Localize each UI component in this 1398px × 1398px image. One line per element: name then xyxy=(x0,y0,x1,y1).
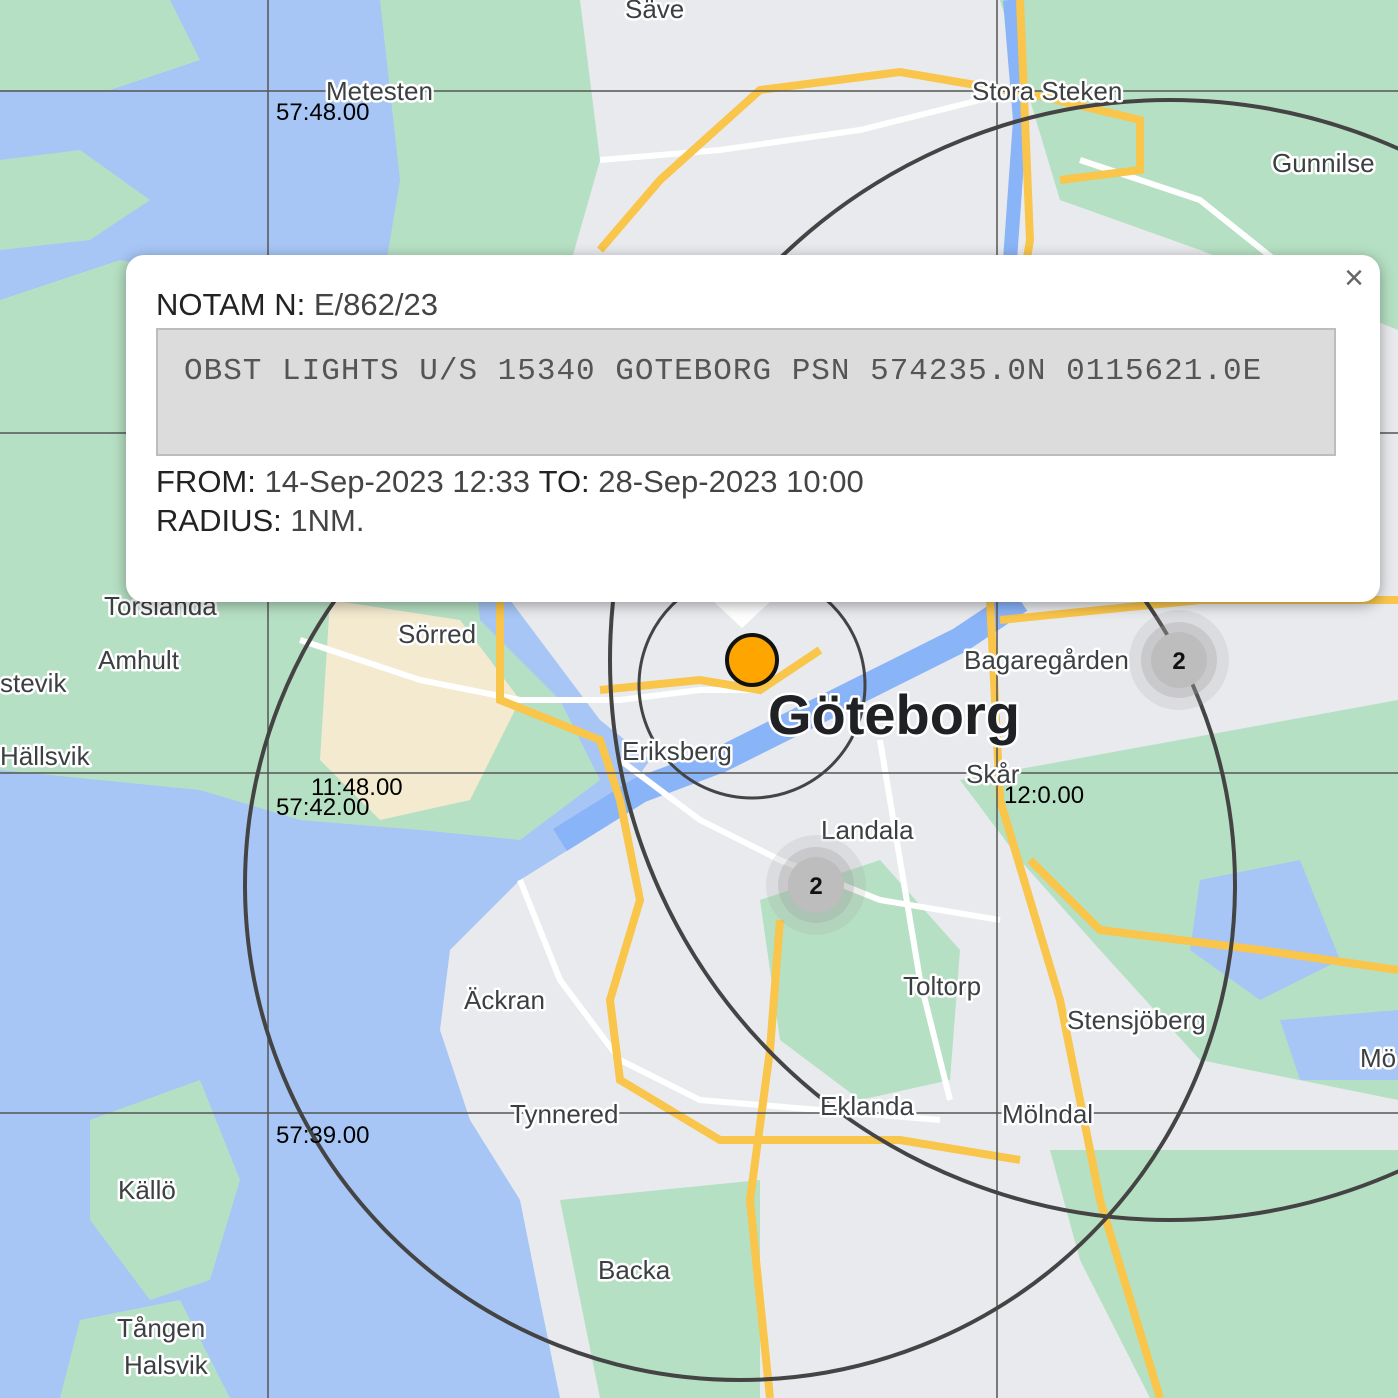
place-label: Tynnered xyxy=(510,1099,618,1129)
cluster-marker-icon[interactable]: 2 xyxy=(1129,610,1229,710)
place-label: Säve xyxy=(625,0,684,24)
place-label: Sörred xyxy=(398,619,476,649)
notam-text: OBST LIGHTS U/S 15340 GOTEBORG PSN 57423… xyxy=(156,328,1336,456)
radius-value: 1NM. xyxy=(290,503,365,538)
city-label: Göteborg xyxy=(768,683,1020,746)
place-label: Stora Steken xyxy=(972,76,1122,106)
place-label: Mö xyxy=(1360,1043,1396,1073)
notam-popup: × NOTAM N: E/862/23 OBST LIGHTS U/S 1534… xyxy=(126,255,1380,602)
map[interactable]: Säve Metesten Stora Steken Gunnilse Tors… xyxy=(0,0,1398,1398)
place-label: Tången xyxy=(117,1313,205,1343)
place-label: Gunnilse xyxy=(1272,148,1375,178)
place-label: Mölndal xyxy=(1002,1099,1093,1129)
place-label: Backa xyxy=(598,1255,671,1285)
from-label: FROM: xyxy=(156,464,256,499)
validity-row: FROM: 14-Sep-2023 12:33 TO: 28-Sep-2023 … xyxy=(156,462,1336,501)
place-label: Halsvik xyxy=(124,1350,209,1380)
place-label: Stensjöberg xyxy=(1067,1005,1206,1035)
cluster-marker-icon[interactable]: 2 xyxy=(766,835,866,935)
notam-point-marker-icon[interactable] xyxy=(725,633,779,687)
place-label: Eklanda xyxy=(820,1091,914,1121)
radius-row: RADIUS: 1NM. xyxy=(156,501,1336,540)
place-label: Eriksberg xyxy=(622,736,732,766)
place-label: stevik xyxy=(0,668,67,698)
place-label: Källö xyxy=(118,1175,176,1205)
from-value: 14-Sep-2023 12:33 xyxy=(264,464,530,499)
place-label: Äckran xyxy=(464,985,545,1015)
place-label: Hällsvik xyxy=(0,741,91,771)
grid-label: 57:48.00 xyxy=(276,99,369,126)
grid-label: 57:39.00 xyxy=(276,1122,369,1149)
radius-label: RADIUS: xyxy=(156,503,282,538)
close-icon[interactable]: × xyxy=(1344,261,1364,295)
cluster-count: 2 xyxy=(809,873,822,900)
cluster-count: 2 xyxy=(1172,648,1185,675)
grid-label: 11:48.00 xyxy=(311,774,403,801)
to-value: 28-Sep-2023 10:00 xyxy=(598,464,864,499)
grid-label: 12:0.00 xyxy=(1004,782,1084,809)
notam-label: NOTAM N: xyxy=(156,287,306,322)
to-label: TO: xyxy=(538,464,590,499)
notam-id-row: NOTAM N: E/862/23 xyxy=(156,285,1336,324)
popup-tip xyxy=(712,600,772,628)
place-label: Bagaregården xyxy=(964,645,1129,675)
notam-id: E/862/23 xyxy=(313,287,438,322)
place-label: Toltorp xyxy=(903,971,981,1001)
place-label: Amhult xyxy=(98,645,180,675)
